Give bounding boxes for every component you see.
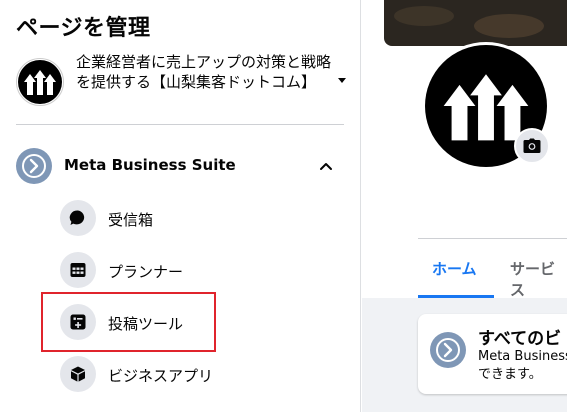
card-text-line: できます。 [478, 367, 542, 382]
tab-services[interactable]: サービス [510, 258, 567, 300]
active-tab-indicator [418, 295, 494, 298]
cover-photo[interactable] [384, 0, 567, 46]
sidebar-divider [16, 124, 344, 125]
business-suite-card[interactable]: すべてのビ Meta Business できます。 [418, 314, 567, 394]
tab-home[interactable]: ホーム [432, 258, 477, 279]
chevron-up-icon[interactable] [318, 158, 334, 174]
manage-page-sidebar: ページを管理 企業経営者に売上アップの対策と戦略を提供する【山梨集客ドットコム】 [0, 0, 361, 412]
card-title: すべてのビ [478, 329, 562, 349]
sidebar-item-business-apps[interactable]: ビジネスアプリ [56, 352, 346, 396]
caret-down-icon[interactable] [337, 75, 347, 85]
page-avatar [16, 58, 64, 106]
highlight-annotation-box [41, 292, 216, 352]
sidebar-item-inbox[interactable]: 受信箱 [56, 196, 346, 240]
meta-business-suite-logo-icon [430, 332, 466, 368]
sidebar-item-label: 受信箱 [108, 211, 154, 229]
page-title: ページを管理 [16, 16, 151, 41]
profile-header: ホーム サービス [362, 0, 567, 300]
meta-business-suite-toggle[interactable]: Meta Business Suite [0, 140, 360, 192]
tabs-divider [418, 238, 567, 239]
camera-icon[interactable] [514, 128, 550, 164]
card-text-line: Meta Business [478, 349, 567, 364]
meta-business-suite-logo-icon [16, 148, 52, 184]
meta-business-suite-label: Meta Business Suite [64, 156, 236, 174]
sidebar-item-label: プランナー [108, 263, 184, 281]
sidebar-item-label: ビジネスアプリ [108, 367, 214, 385]
calendar-grid-icon [60, 252, 96, 288]
sidebar-item-planner[interactable]: プランナー [56, 248, 346, 292]
cube-icon [60, 356, 96, 392]
chat-bubble-icon [60, 200, 96, 236]
page-name: 企業経営者に売上アップの対策と戦略を提供する【山梨集客ドットコム】 [76, 53, 332, 91]
page-preview: ホーム サービス すべてのビ Meta Business できます。 [362, 0, 567, 412]
three-up-arrows-logo-icon [18, 60, 62, 104]
card-text: Meta Business できます。 [478, 348, 567, 384]
page-switcher[interactable]: 企業経営者に売上アップの対策と戦略を提供する【山梨集客ドットコム】 [0, 48, 360, 116]
